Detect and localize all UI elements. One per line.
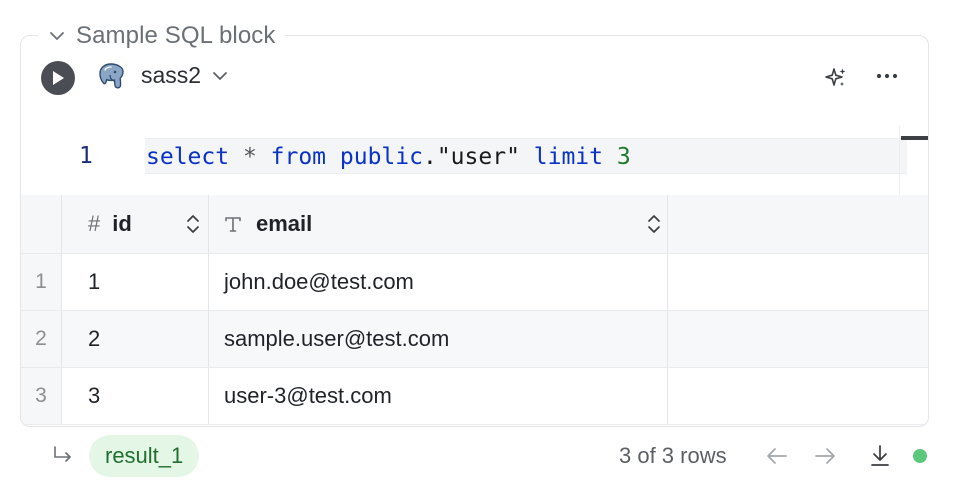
return-arrow-icon (54, 446, 71, 462)
arrow-right-icon[interactable] (813, 445, 837, 467)
sort-icon[interactable] (186, 214, 200, 234)
postgresql-elephant-icon (99, 63, 124, 89)
column-header-id[interactable]: # id (62, 195, 209, 253)
code-token: from (270, 144, 327, 170)
table-header-row: # id email (21, 195, 928, 254)
code-token: 3 (616, 144, 631, 170)
line-number: 1 (79, 143, 93, 169)
cell-id[interactable]: 3 (62, 368, 209, 424)
code-token: limit (533, 144, 604, 170)
cell-email[interactable]: user-3@test.com (209, 368, 668, 424)
result-footer: result_1 3 of 3 rows (0, 430, 962, 482)
row-index: 1 (21, 254, 62, 310)
table-row[interactable]: 1 1 john.doe@test.com (21, 254, 928, 311)
empty-cell (668, 311, 928, 367)
text-type-icon (225, 217, 241, 232)
arrow-left-icon[interactable] (765, 445, 789, 467)
cell-id[interactable]: 2 (62, 311, 209, 367)
cell-id[interactable]: 1 (62, 254, 209, 310)
code-editor[interactable]: 1 select * from public."user" limit 3 (21, 126, 928, 196)
empty-cell (668, 254, 928, 310)
row-index: 3 (21, 368, 62, 424)
empty-header-cell (668, 195, 928, 253)
play-icon (53, 71, 64, 85)
download-icon[interactable] (868, 443, 892, 469)
cell-email[interactable]: sample.user@test.com (209, 311, 668, 367)
database-name: sass2 (141, 62, 202, 88)
code-token: ."user" (422, 144, 534, 170)
index-header (21, 195, 62, 253)
column-header-email[interactable]: email (209, 195, 668, 253)
code-token: * (229, 144, 271, 170)
sql-block: sass2 1 select * from public."user" limi… (20, 35, 929, 427)
empty-cell (668, 368, 928, 424)
editor-scroll-thumb[interactable] (901, 136, 928, 140)
sort-icon[interactable] (647, 214, 661, 234)
column-header-label: email (256, 211, 313, 236)
code-token: select (146, 144, 230, 170)
number-type-icon: # (88, 211, 101, 236)
row-index: 2 (21, 311, 62, 367)
chevron-down-icon[interactable] (48, 27, 66, 45)
table-row[interactable]: 3 3 user-3@test.com (21, 368, 928, 425)
code-line[interactable]: select * from public."user" limit 3 (145, 138, 907, 174)
cell-email[interactable]: john.doe@test.com (209, 254, 668, 310)
code-token: public (339, 144, 423, 170)
table-row[interactable]: 2 2 sample.user@test.com (21, 311, 928, 368)
sparkles-icon[interactable] (824, 66, 848, 90)
run-button[interactable] (41, 61, 75, 95)
result-name-badge[interactable]: result_1 (89, 435, 200, 477)
chevron-down-icon (213, 71, 227, 80)
database-selector[interactable]: sass2 (141, 62, 229, 89)
block-legend[interactable]: Sample SQL block (38, 20, 286, 52)
status-indicator (913, 449, 927, 463)
results-table: # id email 1 1 john.doe@test.com 2 2 sam… (21, 195, 928, 425)
column-header-label: id (112, 211, 132, 236)
ellipsis-icon[interactable] (875, 64, 899, 88)
row-count: 3 of 3 rows (619, 443, 727, 468)
block-title: Sample SQL block (76, 22, 276, 49)
